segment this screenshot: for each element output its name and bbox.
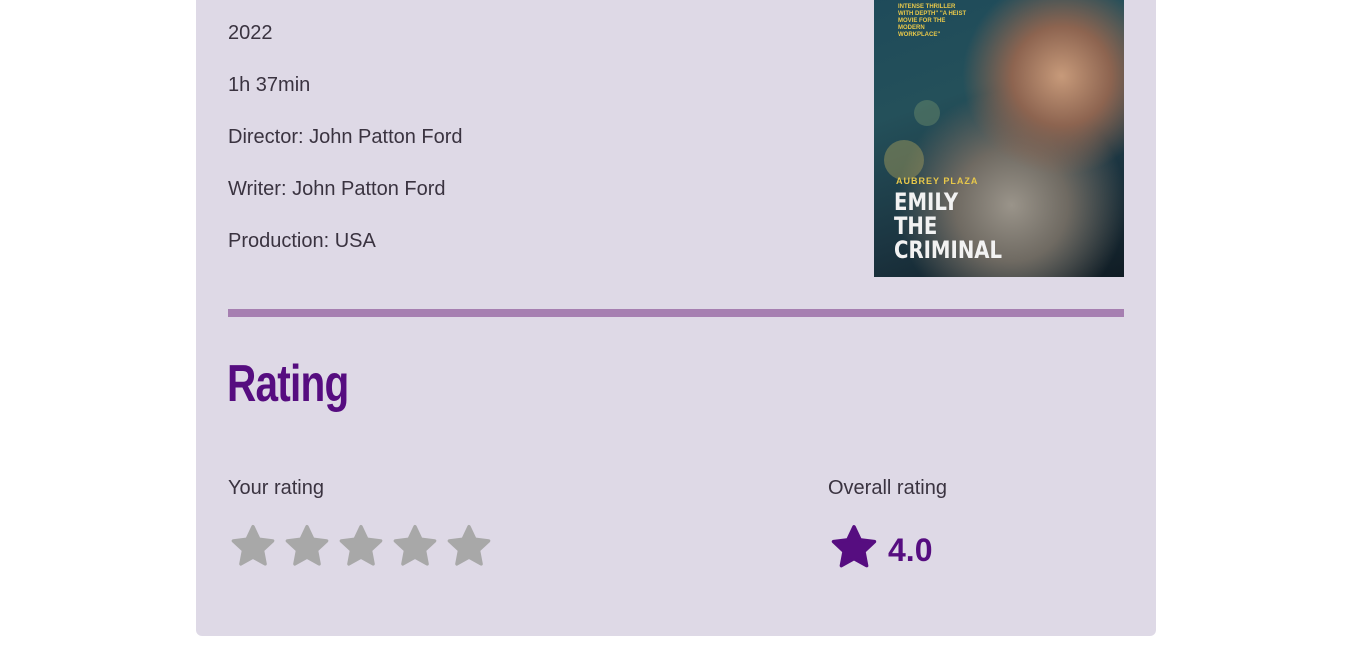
poster-tagline: INTENSE THRILLER WITH DEPTH" "A HEIST MO…	[898, 4, 967, 38]
your-rating-stars	[228, 522, 494, 572]
movie-details-card: 2022 1h 37min Director: John Patton Ford…	[196, 0, 1156, 636]
movie-poster: INTENSE THRILLER WITH DEPTH" "A HEIST MO…	[874, 0, 1124, 277]
film-production: Production: USA	[228, 230, 376, 252]
rating-star-button[interactable]	[228, 522, 278, 572]
poster-title-line: EMILY	[894, 188, 959, 216]
rating-star-button[interactable]	[336, 522, 386, 572]
rating-star-button[interactable]	[282, 522, 332, 572]
star-icon	[231, 524, 275, 566]
poster-title-line: THE	[894, 212, 938, 240]
star-icon	[447, 524, 491, 566]
rating-heading: Rating	[227, 355, 349, 413]
star-icon	[339, 524, 383, 566]
overall-rating-label: Overall rating	[828, 477, 947, 499]
star-icon	[393, 524, 437, 566]
section-divider	[228, 309, 1124, 317]
star-icon	[831, 525, 877, 568]
rating-star-button[interactable]	[444, 522, 494, 572]
poster-title: EMILY THE CRIMINAL	[894, 190, 1017, 262]
poster-actor: AUBREY PLAZA	[896, 176, 979, 186]
poster-title-line: CRIMINAL	[894, 236, 1003, 264]
star-icon	[285, 524, 329, 566]
rating-star-button[interactable]	[390, 522, 440, 572]
film-duration: 1h 37min	[228, 74, 311, 96]
poster-bokeh	[884, 140, 924, 180]
poster-bokeh	[914, 100, 940, 126]
your-rating-label: Your rating	[228, 477, 324, 499]
overall-rating: 4.0	[828, 522, 932, 574]
film-year: 2022	[228, 22, 273, 44]
overall-rating-value: 4.0	[888, 532, 933, 568]
film-writer: Writer: John Patton Ford	[228, 178, 446, 200]
film-director: Director: John Patton Ford	[228, 126, 463, 148]
